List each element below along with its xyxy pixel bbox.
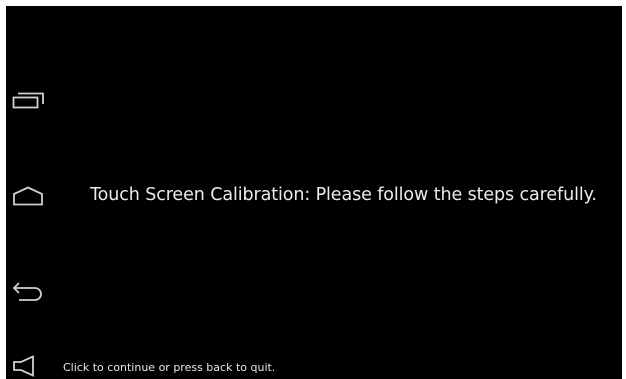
home-icon [13, 186, 43, 206]
back-icon [12, 282, 42, 301]
volume-button[interactable] [10, 348, 46, 379]
navigation-bar [6, 6, 58, 379]
back-button[interactable] [10, 274, 46, 310]
continue-hint: Click to continue or press back to quit. [63, 361, 276, 374]
calibration-screen[interactable]: Touch Screen Calibration: Please follow … [6, 6, 622, 379]
recent-apps-icon [12, 92, 44, 109]
recent-apps-button[interactable] [10, 83, 46, 119]
calibration-instructions: Touch Screen Calibration: Please follow … [90, 185, 597, 205]
home-button[interactable] [10, 178, 46, 214]
volume-icon [13, 355, 34, 377]
